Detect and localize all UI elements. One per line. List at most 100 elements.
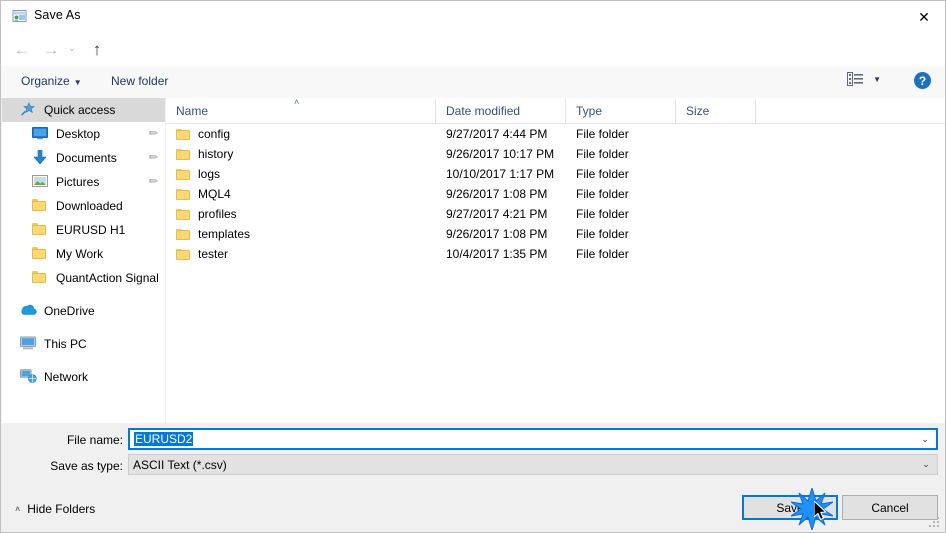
- sidebar-item-documents[interactable]: Documents ✐: [2, 146, 165, 170]
- sidebar-separator: [2, 290, 165, 299]
- column-header-size[interactable]: Size: [676, 98, 756, 123]
- table-row[interactable]: history 9/26/2017 10:17 PM File folder: [166, 144, 945, 164]
- up-button[interactable]: ↑: [84, 36, 110, 62]
- cell-name: logs: [166, 164, 436, 184]
- sidebar-item-my-work[interactable]: My Work: [2, 242, 165, 266]
- forward-arrow-icon: →: [42, 39, 60, 59]
- cell-date-modified: 9/26/2017 10:17 PM: [446, 147, 555, 161]
- up-arrow-icon: ↑: [92, 39, 102, 59]
- navigation-pane[interactable]: Quick access Desktop ✐ Documents ✐ Pictures ✐ D…: [2, 98, 165, 423]
- save-as-type-value: ASCII Text (*.csv): [133, 457, 227, 472]
- close-icon: ✕: [918, 8, 930, 25]
- star-pin-icon: [20, 102, 38, 118]
- cell-size: [676, 144, 756, 164]
- resize-grip[interactable]: [929, 517, 941, 529]
- cancel-button-label: Cancel: [871, 500, 909, 515]
- file-name-value[interactable]: EURUSD2: [134, 432, 914, 446]
- network-icon: [20, 369, 38, 385]
- file-name-text: templates: [198, 227, 251, 241]
- cell-name: profiles: [166, 204, 436, 224]
- cell-name: config: [166, 124, 436, 144]
- pin-icon[interactable]: ✐: [145, 174, 161, 189]
- file-name-text: config: [198, 127, 231, 141]
- table-row[interactable]: MQL4 9/26/2017 1:08 PM File folder: [166, 184, 945, 204]
- sidebar-item-this-pc[interactable]: This PC: [2, 332, 165, 356]
- file-name-text: history: [198, 147, 234, 161]
- sidebar-item-downloaded[interactable]: Downloaded: [2, 194, 165, 218]
- sidebar-item-onedrive[interactable]: OneDrive: [2, 299, 165, 323]
- column-header-name-label: Name: [176, 103, 209, 118]
- navigation-bar: ← → ⌄ ↑ « Roaming › MetaQuotes › Termina…: [1, 32, 945, 91]
- column-header-size-label: Size: [686, 103, 710, 118]
- sidebar-item-eurusd-h1[interactable]: EURUSD H1: [2, 218, 165, 242]
- toolbar: Organize ▼ New folder ▼ ?: [1, 66, 945, 99]
- sidebar-item-desktop[interactable]: Desktop ✐: [2, 122, 165, 146]
- chevron-down-icon: ⌄: [921, 433, 929, 444]
- sidebar-item-label: Network: [44, 370, 89, 384]
- help-button[interactable]: ?: [914, 72, 931, 89]
- close-button[interactable]: ✕: [901, 1, 945, 32]
- sort-ascending-icon: ˄: [294, 97, 300, 107]
- save-as-type-select[interactable]: ASCII Text (*.csv) ⌄: [128, 454, 938, 475]
- chevron-down-icon: ▼: [873, 74, 881, 84]
- sidebar-item-label: EURUSD H1: [56, 223, 126, 237]
- chevron-down-icon: ⌄: [922, 459, 930, 469]
- table-row[interactable]: tester 10/4/2017 1:35 PM File folder: [166, 244, 945, 264]
- file-name-input[interactable]: EURUSD2 ⌄: [128, 428, 938, 450]
- cell-date-modified: 9/27/2017 4:21 PM: [446, 207, 548, 221]
- pin-icon[interactable]: ✐: [145, 126, 161, 141]
- save-button-label: Save: [776, 500, 804, 515]
- column-header-type[interactable]: Type: [566, 98, 676, 123]
- file-name-dropdown-button[interactable]: ⌄: [914, 434, 936, 445]
- sidebar-item-network[interactable]: Network: [2, 365, 165, 389]
- this-pc-icon: [20, 336, 38, 352]
- file-name-text: logs: [198, 167, 221, 181]
- sidebar-item-pictures[interactable]: Pictures ✐: [2, 170, 165, 194]
- sidebar-item-label: This PC: [44, 337, 87, 351]
- cell-type: File folder: [576, 147, 629, 161]
- folder-icon: [32, 270, 50, 286]
- sidebar-item-label: My Work: [56, 247, 104, 261]
- table-row[interactable]: logs 10/10/2017 1:17 PM File folder: [166, 164, 945, 184]
- onedrive-icon: [20, 303, 38, 319]
- new-folder-button[interactable]: New folder: [105, 72, 174, 90]
- table-row[interactable]: templates 9/26/2017 1:08 PM File folder: [166, 224, 945, 244]
- documents-icon: [32, 149, 50, 166]
- sidebar-separator: [2, 323, 165, 332]
- sidebar-item-quantaction-signal[interactable]: QuantAction Signal: [2, 266, 165, 290]
- view-options-button[interactable]: ▼: [847, 72, 881, 86]
- title-bar: Save As ✕: [1, 1, 945, 32]
- cell-size: [676, 224, 756, 244]
- cell-date-modified: 9/26/2017 1:08 PM: [446, 227, 548, 241]
- folder-icon: [176, 248, 191, 261]
- pictures-icon: [32, 174, 50, 190]
- recent-locations-button[interactable]: ⌄: [63, 36, 81, 62]
- file-name-selected-text: EURUSD2: [134, 432, 194, 446]
- new-folder-label: New folder: [111, 74, 169, 88]
- sidebar-separator: [2, 356, 165, 365]
- help-icon: ?: [918, 73, 927, 88]
- cancel-button[interactable]: Cancel: [842, 495, 938, 520]
- table-row[interactable]: profiles 9/27/2017 4:21 PM File folder: [166, 204, 945, 224]
- cell-type: File folder: [576, 187, 629, 201]
- table-row[interactable]: config 9/27/2017 4:44 PM File folder: [166, 124, 945, 144]
- save-as-dialog: Save As ✕ ← → ⌄ ↑ « Roaming › MetaQuotes: [0, 0, 946, 533]
- column-header-date-label: Date modified: [446, 103, 521, 118]
- column-header-date-modified[interactable]: Date modified: [436, 98, 566, 123]
- chevron-down-icon: ▼: [73, 78, 82, 87]
- cell-type: File folder: [576, 207, 629, 221]
- file-list-pane: Name ˄ Date modified Type Size config 9/2…: [166, 97, 945, 423]
- save-as-type-dropdown-button[interactable]: ⌄: [915, 459, 937, 470]
- file-name-text: MQL4: [198, 187, 231, 201]
- folder-icon: [176, 228, 191, 241]
- sidebar-item-quick-access[interactable]: Quick access: [2, 98, 165, 122]
- save-button[interactable]: Save: [742, 495, 838, 520]
- forward-button[interactable]: →: [38, 36, 64, 62]
- organize-button[interactable]: Organize ▼: [15, 72, 88, 90]
- pin-icon[interactable]: ✐: [145, 150, 161, 165]
- back-button[interactable]: ←: [9, 36, 35, 62]
- hide-folders-button[interactable]: ˄ Hide Folders: [15, 502, 95, 516]
- column-header-name[interactable]: Name ˄: [166, 97, 436, 123]
- sidebar-item-label: QuantAction Signal: [56, 271, 159, 285]
- sidebar-item-label: Desktop: [56, 127, 101, 141]
